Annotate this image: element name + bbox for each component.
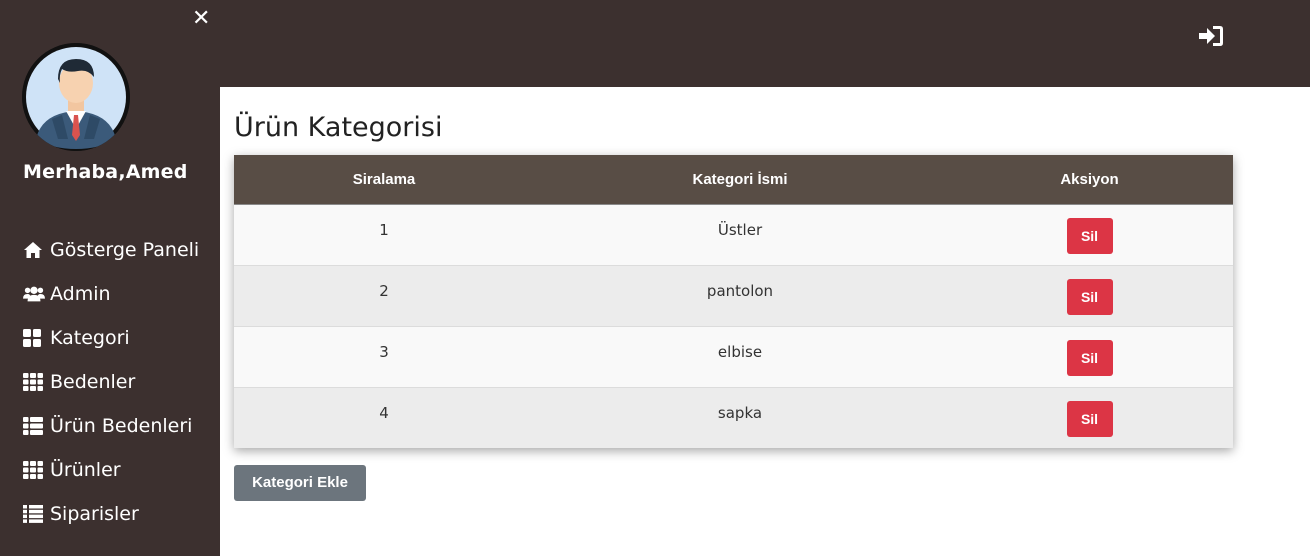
th-large-icon [23,328,45,348]
cell-name: sapka [534,386,946,448]
column-header-action: Aksiyon [946,155,1233,205]
table-row: 3 elbise Sil [234,325,1233,387]
top-bar [220,0,1310,87]
sidebar-item-label: Bedenler [50,371,136,393]
sidebar-item-dashboard[interactable]: Gösterge Paneli [23,228,199,272]
sign-in-icon[interactable] [1198,24,1224,50]
cell-order: 3 [234,325,534,387]
sidebar-item-bedenler[interactable]: Bedenler [23,360,199,404]
page-title: Ürün Kategorisi [234,112,443,143]
sidebar-item-label: Admin [50,283,111,305]
th-icon [23,460,45,480]
add-category-button[interactable]: Kategori Ekle [234,465,366,501]
list-icon [23,504,45,524]
delete-button[interactable]: Sil [1066,400,1113,437]
delete-button[interactable]: Sil [1066,278,1113,315]
greeting: Merhaba,Amed [23,161,188,183]
sidebar-nav: Gösterge Paneli Admin Kategori Bedenler … [23,228,199,536]
sidebar-item-label: Ürünler [50,459,121,481]
delete-button[interactable]: Sil [1066,217,1113,254]
cell-order: 2 [234,264,534,326]
column-header-order: Siralama [234,155,534,205]
table-header-row: Siralama Kategori İsmi Aksiyon [234,155,1233,205]
delete-button[interactable]: Sil [1066,339,1113,376]
avatar [22,43,130,151]
cell-name: elbise [534,325,946,387]
sidebar-item-siparisler[interactable]: Siparisler [23,492,199,536]
cell-name: Üstler [717,220,763,239]
sidebar-item-label: Siparisler [50,503,139,525]
close-icon[interactable]: ✕ [192,8,210,30]
th-list-icon [23,416,45,436]
sidebar-item-urunler[interactable]: Ürünler [23,448,199,492]
category-table: Siralama Kategori İsmi Aksiyon 1 Üstler … [234,155,1233,448]
users-icon [23,284,45,304]
sidebar: ✕ Merhaba,Amed Gösterge Paneli Admin Kat… [0,0,220,556]
cell-name: pantolon [534,264,946,326]
table-row: 2 pantolon Sil [234,264,1233,326]
cell-order: 1 [379,220,389,239]
sidebar-item-label: Ürün Bedenleri [50,415,193,437]
sidebar-item-urun-bedenleri[interactable]: Ürün Bedenleri [23,404,199,448]
sidebar-item-label: Kategori [50,327,130,349]
column-header-name: Kategori İsmi [534,155,946,205]
home-icon [23,240,45,260]
table-row: 4 sapka Sil [234,386,1233,448]
sidebar-item-label: Gösterge Paneli [50,239,200,261]
table-row: 1 Üstler Sil [234,204,1233,265]
th-icon [23,372,45,392]
cell-order: 4 [234,386,534,448]
sidebar-item-admin[interactable]: Admin [23,272,199,316]
sidebar-item-kategori[interactable]: Kategori [23,316,199,360]
